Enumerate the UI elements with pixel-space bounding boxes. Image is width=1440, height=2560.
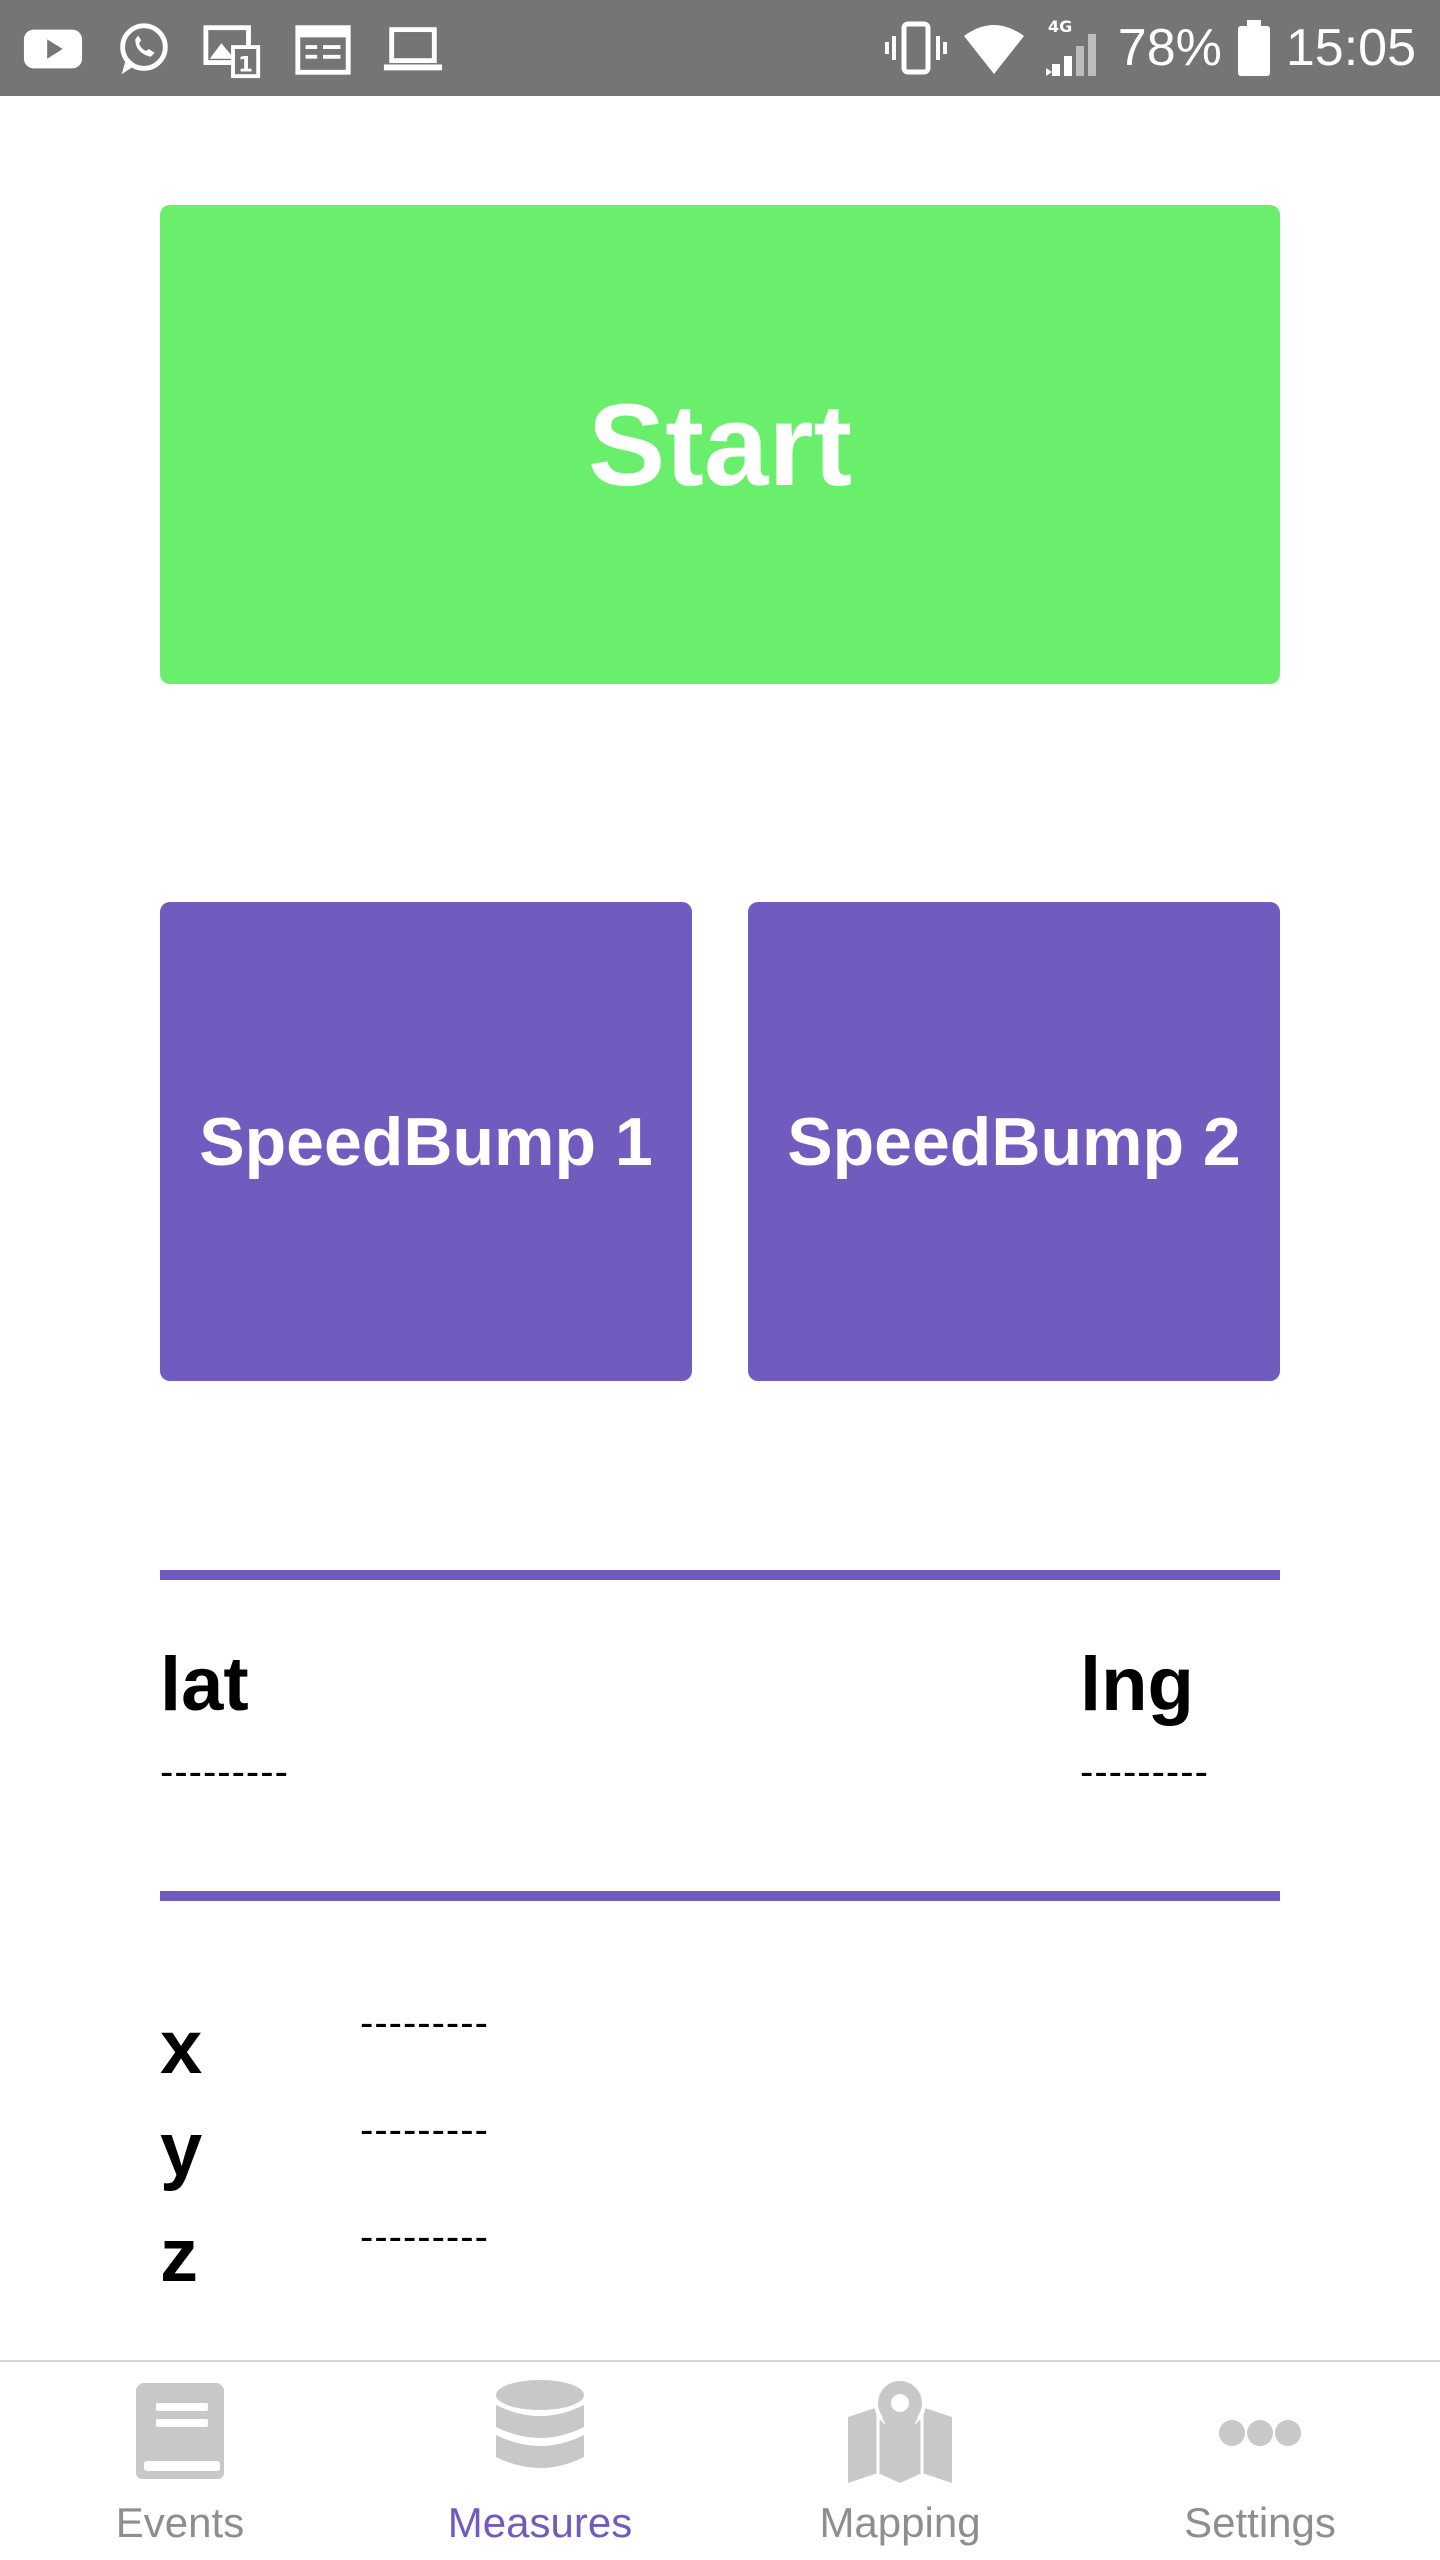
divider-top xyxy=(160,1570,1280,1580)
status-bar: 1 4G 78% 15:05 xyxy=(0,0,1440,96)
svg-text:4G: 4G xyxy=(1048,17,1072,36)
lng-label: lng xyxy=(1080,1642,1194,1727)
speedbump-2-button[interactable]: SpeedBump 2 xyxy=(748,902,1280,1381)
laptop-icon xyxy=(383,27,443,71)
bottom-tab-bar: Events Measures Mapping Settings xyxy=(0,2360,1440,2560)
tab-measures-label: Measures xyxy=(447,2499,633,2546)
z-value: --------- xyxy=(360,2215,489,2259)
battery-icon xyxy=(1237,20,1270,76)
clock: 15:05 xyxy=(1285,19,1416,77)
x-label: x xyxy=(160,2005,203,2090)
speedbump-1-label: SpeedBump 1 xyxy=(199,1103,653,1180)
tab-mapping[interactable]: Mapping xyxy=(720,2362,1080,2560)
database-icon xyxy=(496,2380,584,2468)
system-status: 4G 78% 15:05 xyxy=(884,10,1416,86)
speedbump-2-label: SpeedBump 2 xyxy=(787,1103,1241,1180)
y-value: --------- xyxy=(360,2108,489,2152)
youtube-icon xyxy=(23,29,83,69)
wifi-icon xyxy=(963,25,1024,74)
start-button[interactable]: Start xyxy=(160,205,1280,684)
photo-notification-icon: 1 xyxy=(203,25,261,79)
lng-value: --------- xyxy=(1080,1750,1209,1794)
z-label: z xyxy=(160,2213,198,2298)
tab-settings[interactable]: Settings xyxy=(1080,2362,1440,2560)
tab-events-label: Events xyxy=(115,2499,245,2546)
speedbump-1-button[interactable]: SpeedBump 1 xyxy=(160,902,692,1381)
tab-events[interactable]: Events xyxy=(0,2362,360,2560)
tab-mapping-label: Mapping xyxy=(819,2499,981,2546)
book-icon xyxy=(136,2383,224,2479)
whatsapp-icon xyxy=(120,23,168,75)
start-button-label: Start xyxy=(587,379,853,510)
y-label: y xyxy=(160,2107,203,2192)
lat-value: --------- xyxy=(160,1750,289,1794)
divider-bottom xyxy=(160,1891,1280,1901)
notification-icons: 1 xyxy=(22,18,444,80)
lat-label: lat xyxy=(160,1642,249,1727)
vibrate-icon xyxy=(884,21,947,75)
tab-measures[interactable]: Measures xyxy=(360,2362,720,2560)
x-value: --------- xyxy=(360,2001,489,2045)
map-icon xyxy=(848,2377,952,2483)
more-dots-icon xyxy=(1219,2420,1301,2446)
calendar-icon xyxy=(295,25,351,75)
battery-percent: 78% xyxy=(1117,19,1222,77)
cell-signal-4g-icon: 4G xyxy=(1045,17,1096,76)
tab-settings-label: Settings xyxy=(1184,2499,1336,2546)
svg-text:1: 1 xyxy=(238,52,253,77)
